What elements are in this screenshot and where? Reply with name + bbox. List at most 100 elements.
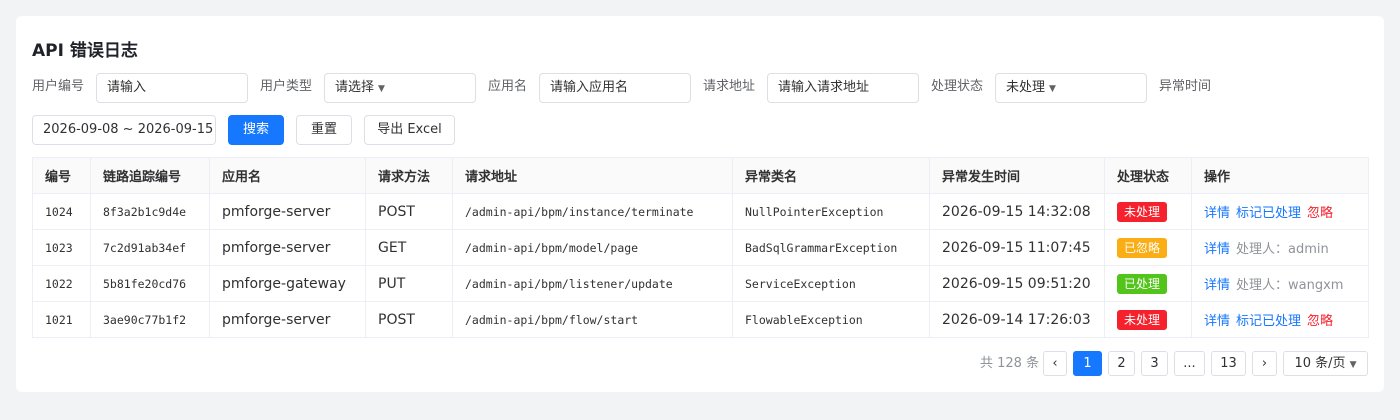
- cell-exception: BadSqlGrammarException: [732, 229, 930, 266]
- cell-exception: NullPointerException: [732, 193, 930, 230]
- pagination-total: 共 128 条: [980, 356, 1040, 371]
- cell-id: 1022: [32, 265, 91, 302]
- status-badge: 已处理: [1117, 273, 1168, 294]
- error-log-table: 编号 链路追踪编号 应用名 请求方法 请求地址 异常类名 异常发生时间 处理状态…: [32, 157, 1369, 338]
- table-row: 1023 7c2d91ab34ef pmforge-server GET /ad…: [32, 229, 1369, 266]
- user-type-label: 用户类型: [260, 79, 313, 94]
- handler-text: 处理人：admin: [1236, 242, 1329, 257]
- user-type-select[interactable]: 请选择 ▼: [324, 73, 476, 103]
- cell-app-name: pmforge-server: [209, 193, 366, 230]
- page-button-1[interactable]: 1: [1073, 351, 1102, 376]
- table-row: 1024 8f3a2b1c9d4e pmforge-server POST /a…: [32, 193, 1369, 230]
- detail-link[interactable]: 详情: [1204, 206, 1230, 221]
- cell-status: 已忽略: [1104, 229, 1192, 266]
- col-header: 请求地址: [452, 157, 733, 194]
- cell-actions: 详情 处理人：admin: [1191, 229, 1369, 266]
- exception-time-label: 异常时间: [1159, 79, 1212, 94]
- mark-handled-link[interactable]: 标记已处理: [1236, 206, 1301, 221]
- status-badge: 已忽略: [1117, 237, 1168, 258]
- cell-method: POST: [365, 301, 453, 338]
- cell-id: 1021: [32, 301, 91, 338]
- ignore-link[interactable]: 忽略: [1307, 206, 1333, 221]
- col-header: 异常类名: [732, 157, 930, 194]
- detail-link[interactable]: 详情: [1204, 242, 1230, 257]
- col-header: 请求方法: [365, 157, 453, 194]
- app-name-label: 应用名: [488, 79, 528, 94]
- cell-id: 1023: [32, 229, 91, 266]
- cell-time: 2026-09-14 17:26:03: [929, 301, 1105, 338]
- status-value: 未处理: [1006, 80, 1046, 95]
- search-button[interactable]: 搜索: [228, 115, 284, 145]
- user-type-value: 请选择: [335, 80, 375, 95]
- col-header: 链路追踪编号: [90, 157, 210, 194]
- cell-method: POST: [365, 193, 453, 230]
- export-excel-button[interactable]: 导出 Excel: [364, 115, 455, 145]
- table-row: 1022 5b81fe20cd76 pmforge-gateway PUT /a…: [32, 265, 1369, 302]
- handler-text: 处理人：wangxm: [1236, 278, 1344, 293]
- cell-actions: 详情 处理人：wangxm: [1191, 265, 1369, 302]
- mark-handled-link[interactable]: 标记已处理: [1236, 314, 1301, 329]
- cell-status: 未处理: [1104, 193, 1192, 230]
- cell-exception: FlowableException: [732, 301, 930, 338]
- cell-trace-id: 8f3a2b1c9d4e: [90, 193, 210, 230]
- detail-link[interactable]: 详情: [1204, 278, 1230, 293]
- status-badge: 未处理: [1117, 309, 1168, 330]
- detail-link[interactable]: 详情: [1204, 314, 1230, 329]
- request-url-input[interactable]: 请输入请求地址: [767, 73, 919, 103]
- caret-down-icon: ▼: [1349, 360, 1357, 370]
- cell-status: 已处理: [1104, 265, 1192, 302]
- prev-page-button[interactable]: ‹: [1043, 351, 1067, 376]
- table-row: 1021 3ae90c77b1f2 pmforge-server POST /a…: [32, 301, 1369, 338]
- cell-app-name: pmforge-server: [209, 229, 366, 266]
- cell-id: 1024: [32, 193, 91, 230]
- status-select[interactable]: 未处理 ▼: [995, 73, 1147, 103]
- col-header: 异常发生时间: [929, 157, 1105, 194]
- col-header: 操作: [1191, 157, 1369, 194]
- caret-down-icon: ▼: [378, 84, 385, 94]
- cell-time: 2026-09-15 11:07:45: [929, 229, 1105, 266]
- request-url-placeholder: 请输入请求地址: [778, 80, 870, 95]
- error-log-card: API 错误日志 用户编号 请输入 用户类型 请选择 ▼ 应用名 请输入应用名 请…: [16, 16, 1384, 392]
- cell-method: GET: [365, 229, 453, 266]
- time-range-picker[interactable]: 2026-09-08 ~ 2026-09-15: [32, 115, 216, 145]
- page-size-select[interactable]: 10 条/页 ▼: [1283, 351, 1368, 376]
- cell-time: 2026-09-15 14:32:08: [929, 193, 1105, 230]
- request-url-label: 请求地址: [703, 79, 756, 94]
- cell-trace-id: 5b81fe20cd76: [90, 265, 210, 302]
- cell-trace-id: 3ae90c77b1f2: [90, 301, 210, 338]
- cell-time: 2026-09-15 09:51:20: [929, 265, 1105, 302]
- cell-app-name: pmforge-server: [209, 301, 366, 338]
- cell-exception: ServiceException: [732, 265, 930, 302]
- time-range-value: 2026-09-08 ~ 2026-09-15: [43, 122, 214, 137]
- user-id-placeholder: 请输入: [107, 80, 147, 95]
- app-name-input[interactable]: 请输入应用名: [539, 73, 691, 103]
- cell-actions: 详情 标记已处理 忽略: [1191, 301, 1369, 338]
- cell-url: /admin-api/bpm/model/page: [452, 229, 733, 266]
- reset-button[interactable]: 重置: [296, 115, 352, 145]
- page-button-3[interactable]: 3: [1141, 351, 1168, 376]
- page-title: API 错误日志: [32, 41, 138, 61]
- caret-down-icon: ▼: [1049, 84, 1056, 94]
- user-id-label: 用户编号: [32, 79, 85, 94]
- status-badge: 未处理: [1117, 201, 1168, 222]
- col-header: 处理状态: [1104, 157, 1192, 194]
- cell-app-name: pmforge-gateway: [209, 265, 366, 302]
- cell-url: /admin-api/bpm/listener/update: [452, 265, 733, 302]
- page-ellipsis-button[interactable]: ...: [1174, 351, 1205, 376]
- cell-url: /admin-api/bpm/flow/start: [452, 301, 733, 338]
- page-button-13[interactable]: 13: [1211, 351, 1246, 376]
- status-label: 处理状态: [931, 79, 984, 94]
- cell-status: 未处理: [1104, 301, 1192, 338]
- page-size-value: 10 条/页: [1294, 356, 1346, 371]
- user-id-input[interactable]: 请输入: [96, 73, 248, 103]
- page-button-2[interactable]: 2: [1108, 351, 1135, 376]
- cell-url: /admin-api/bpm/instance/terminate: [452, 193, 733, 230]
- col-header: 编号: [32, 157, 91, 194]
- table-header-row: 编号 链路追踪编号 应用名 请求方法 请求地址 异常类名 异常发生时间 处理状态…: [32, 157, 1369, 194]
- app-name-placeholder: 请输入应用名: [550, 80, 629, 95]
- ignore-link[interactable]: 忽略: [1307, 314, 1333, 329]
- col-header: 应用名: [209, 157, 366, 194]
- cell-method: PUT: [365, 265, 453, 302]
- next-page-button[interactable]: ›: [1252, 351, 1277, 376]
- cell-trace-id: 7c2d91ab34ef: [90, 229, 210, 266]
